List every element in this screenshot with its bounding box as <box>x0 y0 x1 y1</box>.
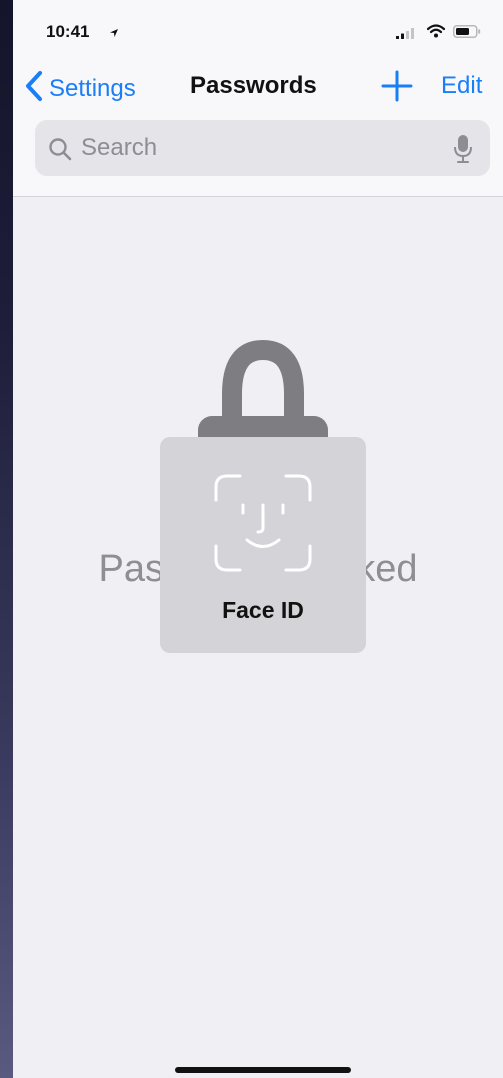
search-input[interactable] <box>81 120 441 176</box>
microphone-icon[interactable] <box>453 134 473 169</box>
back-button-label: Settings <box>49 74 136 102</box>
edit-button[interactable]: Edit <box>441 72 482 100</box>
navigation-header: 10:41 Settings Passwords Edit Search <box>13 0 503 197</box>
plus-icon <box>380 70 414 107</box>
back-button[interactable]: Settings <box>25 70 136 107</box>
face-id-icon <box>213 473 313 578</box>
face-id-label: Face ID <box>222 597 304 623</box>
face-id-overlay: Face ID <box>160 437 366 653</box>
search-icon <box>48 137 72 166</box>
phone-screen: 10:41 Settings Passwords Edit Search Fac… <box>13 0 503 1078</box>
status-time: 10:41 <box>46 22 90 41</box>
cellular-signal-icon <box>396 26 418 44</box>
search-bar <box>35 120 490 176</box>
location-arrow-icon <box>109 25 119 43</box>
battery-icon <box>453 25 481 43</box>
home-indicator[interactable] <box>175 1067 351 1073</box>
add-password-button[interactable] <box>380 69 414 103</box>
page-title: Passwords <box>190 72 317 99</box>
wifi-icon <box>426 24 446 43</box>
chevron-left-icon <box>25 70 43 107</box>
